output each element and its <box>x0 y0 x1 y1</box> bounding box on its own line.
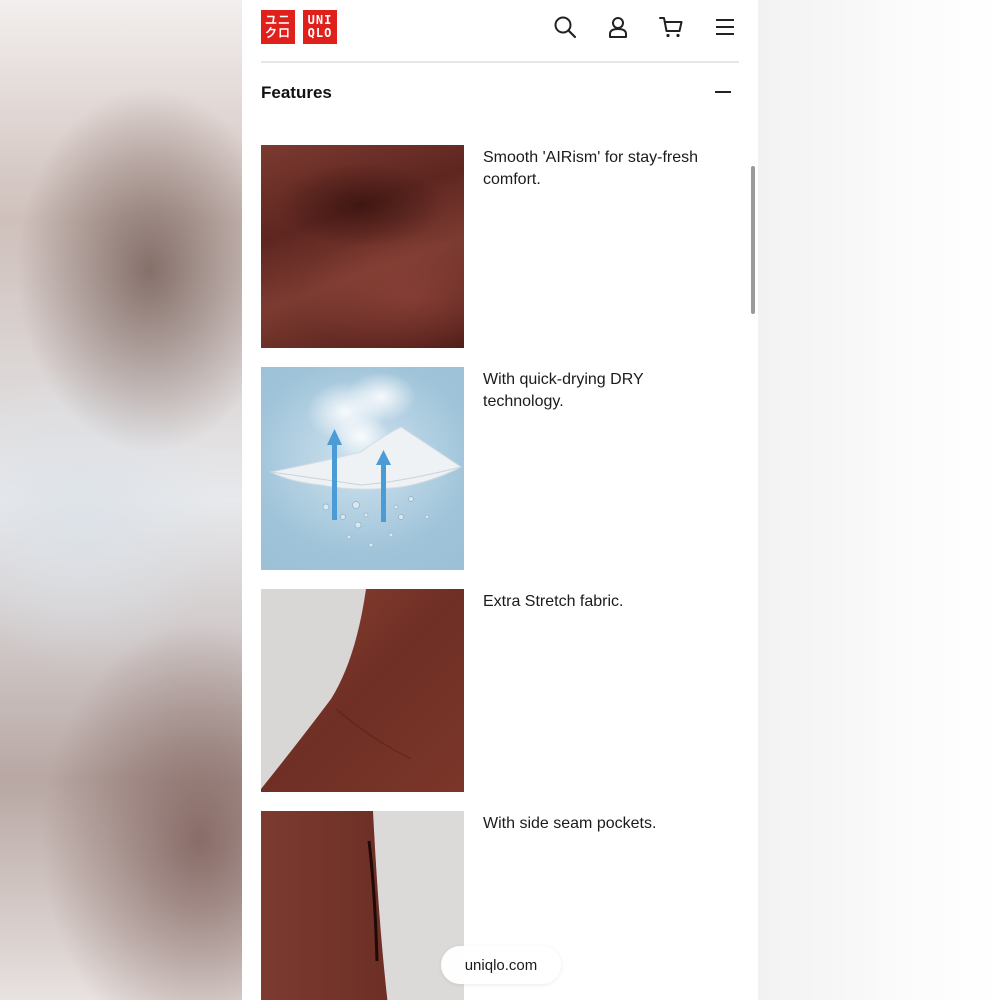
collapse-minus-icon[interactable] <box>715 90 733 94</box>
feature-item: Smooth 'AIRism' for stay-fresh comfort. <box>261 145 739 349</box>
blurred-backdrop-left <box>0 0 242 1000</box>
logo-latin: UNI QLO <box>303 10 337 44</box>
logo-katakana: ユニ クロ <box>261 10 295 44</box>
menu-icon[interactable] <box>712 14 738 40</box>
logo-latin-line2: QLO <box>307 26 333 40</box>
logo-katakana-line2: クロ <box>264 26 291 40</box>
header-divider <box>261 61 739 63</box>
feature-text: Smooth 'AIRism' for stay-fresh comfort. <box>483 149 699 188</box>
stretch-fabric-image <box>261 589 464 792</box>
feature-text: With quick-drying DRY technology. <box>483 371 644 410</box>
user-icon[interactable] <box>605 14 631 40</box>
page-viewport: ユニ クロ UNI QLO Features Smooth 'AIRism' f… <box>242 0 758 1000</box>
uniqlo-logo[interactable]: ユニ クロ UNI QLO <box>261 10 337 44</box>
feature-text: With side seam pockets. <box>483 815 657 832</box>
browser-url-text: uniqlo.com <box>464 956 538 974</box>
dry-technology-image <box>261 367 464 570</box>
search-icon[interactable] <box>552 14 578 40</box>
side-seam-pocket-image <box>261 811 464 1000</box>
feature-item: Extra Stretch fabric. <box>261 589 739 793</box>
browser-url-pill[interactable]: uniqlo.com <box>441 946 561 984</box>
blurred-backdrop-right <box>758 0 1000 1000</box>
feature-item: With quick-drying DRY technology. <box>261 367 739 571</box>
site-header: ユニ クロ UNI QLO <box>242 0 758 62</box>
features-heading[interactable]: Features <box>261 83 332 103</box>
scrollbar-thumb[interactable] <box>751 166 755 314</box>
feature-text: Extra Stretch fabric. <box>483 593 624 610</box>
cart-icon[interactable] <box>658 14 684 40</box>
brown-fabric-image <box>261 145 464 348</box>
